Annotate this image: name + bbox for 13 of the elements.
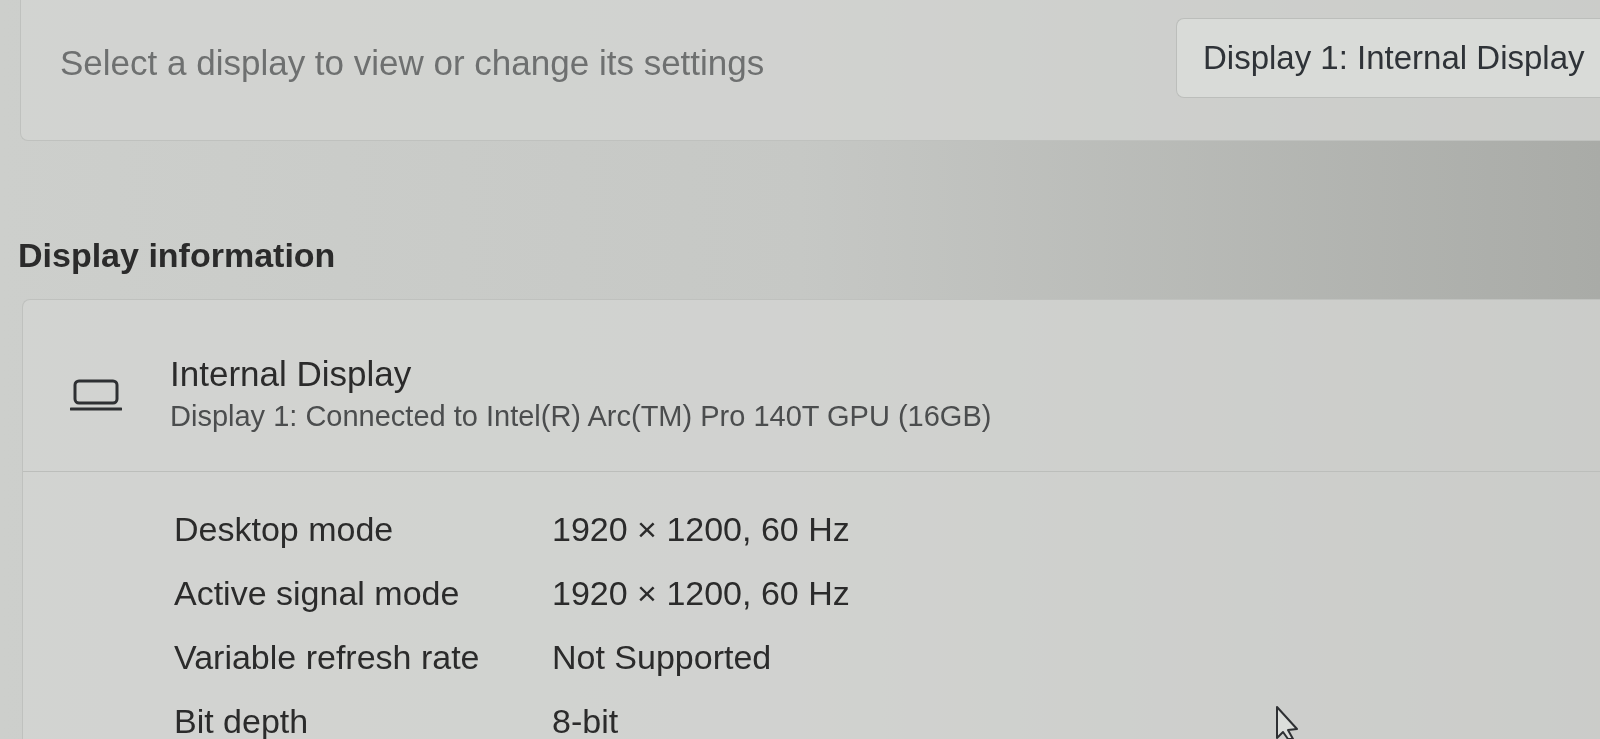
- laptop-icon: [70, 379, 122, 411]
- property-value: 1920 × 1200, 60 Hz: [552, 573, 850, 613]
- property-label: Desktop mode: [174, 509, 395, 549]
- property-value: 1920 × 1200, 60 Hz: [552, 509, 850, 549]
- display-selector-label: Select a display to view or change its settings: [60, 42, 765, 84]
- property-label: Variable refresh rate: [174, 637, 481, 677]
- property-label: Active signal mode: [174, 573, 461, 613]
- display-dropdown[interactable]: Display 1: Internal Display: [1176, 18, 1600, 98]
- section-heading: Display information: [18, 235, 336, 275]
- display-description: Display 1: Connected to Intel(R) Arc(TM) Pro 140T GPU (16GB): [170, 399, 992, 433]
- display-name: Internal Display: [170, 354, 413, 394]
- property-value: Not Supported: [552, 637, 772, 677]
- property-value: 8-bit: [552, 701, 619, 739]
